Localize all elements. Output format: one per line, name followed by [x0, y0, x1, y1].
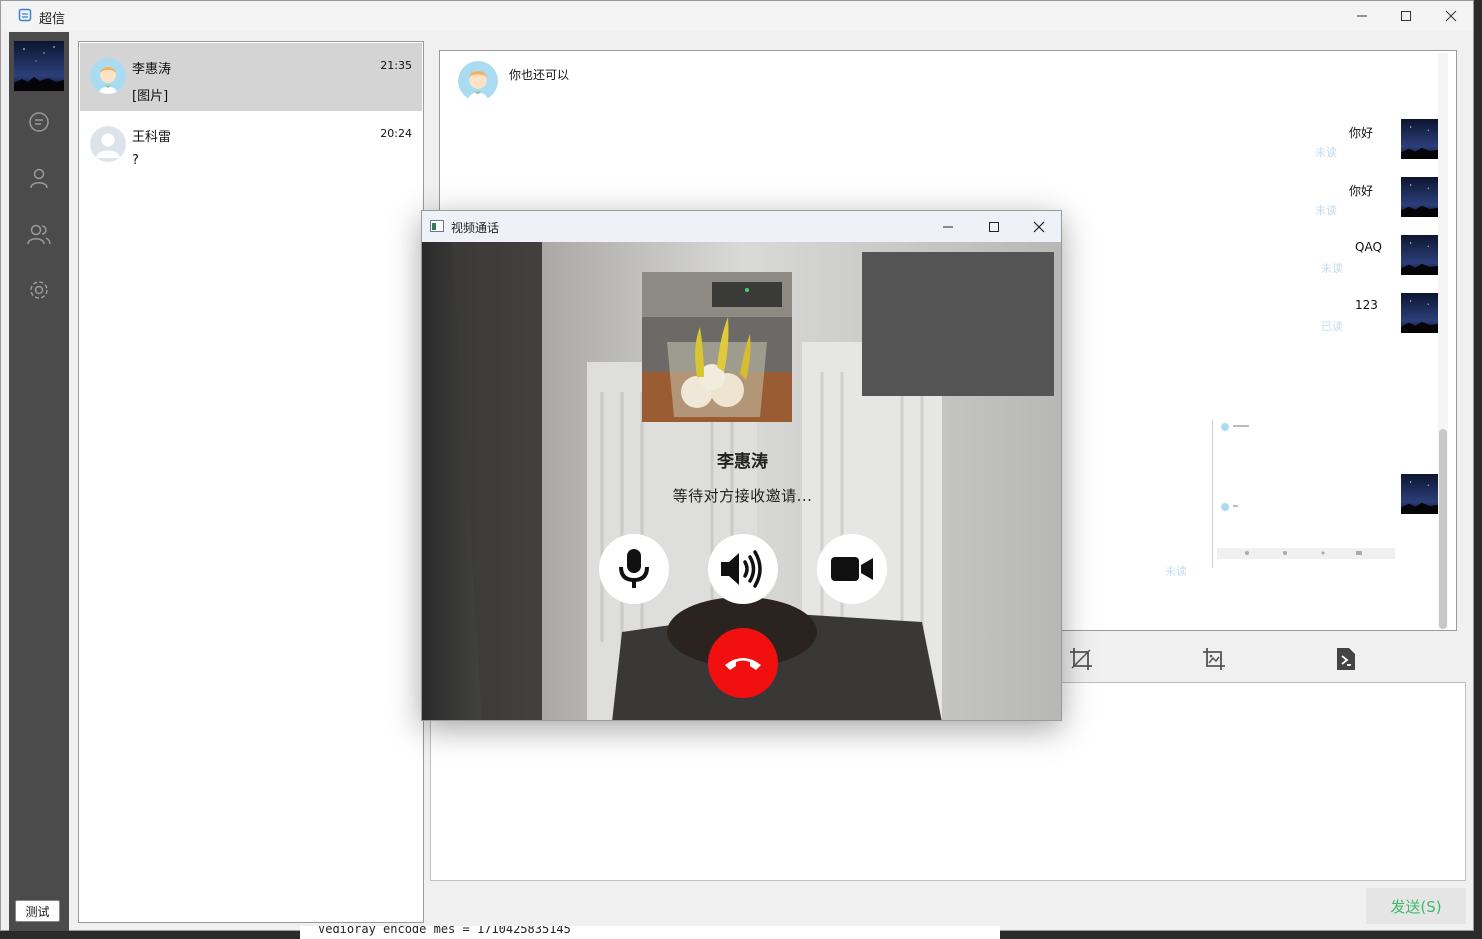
- contact-avatar: [90, 58, 126, 94]
- composer-toolbar: [1061, 645, 1441, 677]
- video-call-title-bar: 视频通话: [422, 211, 1061, 242]
- background-console: Vedioray encode mes = 1710425835145: [300, 926, 1000, 939]
- read-status: 未读: [1315, 146, 1337, 159]
- conversation-list: 李惠涛 21:35 [图片] 王科雷 20:24 ?: [78, 41, 424, 923]
- call-status-text: 等待对方接收邀请...: [672, 487, 813, 505]
- phone-hangup-icon: [725, 658, 761, 670]
- my-avatar: [1401, 235, 1441, 275]
- cartoon-avatar-icon: [458, 61, 498, 101]
- chat-icon[interactable]: [26, 109, 52, 135]
- settings-icon[interactable]: [26, 277, 52, 303]
- video-call-window: 视频通话 李惠涛 等待对方接收邀请...: [421, 210, 1062, 721]
- maximize-button[interactable]: [1383, 1, 1429, 31]
- contact-name: 王科雷: [132, 130, 172, 145]
- maximize-icon: [1401, 11, 1411, 21]
- title-bar: 超信: [1, 1, 1473, 31]
- group-icon[interactable]: [26, 221, 52, 247]
- read-status: 已读: [1321, 320, 1343, 333]
- my-avatar: [1401, 119, 1441, 159]
- scrollbar-thumb[interactable]: [1439, 429, 1447, 629]
- contact-preview: ?: [132, 153, 139, 168]
- file-icon[interactable]: [1332, 645, 1360, 673]
- outgoing-message: 你好: [1349, 126, 1374, 140]
- my-avatar: [1401, 177, 1441, 217]
- minimize-icon: [943, 226, 953, 227]
- remote-video-preview: [862, 252, 1054, 396]
- nav-sidebar: 测试: [9, 32, 69, 931]
- app-logo-icon: [18, 8, 32, 22]
- contact-preview: [图片]: [132, 89, 169, 104]
- console-line: Vedioray encode mes = 1710425835145: [318, 926, 571, 936]
- camera-button[interactable]: [817, 534, 887, 604]
- speaker-button[interactable]: [708, 534, 778, 604]
- speaker-icon: [721, 550, 762, 588]
- contact-avatar: [90, 126, 126, 162]
- conversation-item[interactable]: 李惠涛 21:35 [图片]: [80, 43, 422, 111]
- caller-name: 李惠涛: [717, 452, 768, 472]
- read-status: 未读: [1165, 565, 1187, 578]
- window-icon: [430, 220, 444, 232]
- hang-up-button[interactable]: [708, 628, 778, 698]
- maximize-icon: [989, 221, 999, 232]
- outgoing-message: 你好: [1349, 184, 1374, 198]
- close-icon: [1445, 10, 1457, 22]
- read-status: 未读: [1321, 262, 1343, 275]
- my-avatar: [1401, 293, 1441, 333]
- minimize-icon: [1357, 15, 1367, 17]
- video-camera-icon: [831, 557, 873, 581]
- microphone-icon: [619, 549, 649, 588]
- screenshot-icon[interactable]: [1200, 645, 1228, 673]
- close-button[interactable]: [1428, 1, 1474, 31]
- plant-photo-image: [642, 272, 792, 422]
- minimize-button[interactable]: [1339, 1, 1385, 31]
- my-avatar: [1401, 474, 1441, 514]
- default-user-avatar-icon: [90, 126, 126, 162]
- send-button[interactable]: 发送(S): [1366, 888, 1466, 924]
- cartoon-avatar-icon: [90, 58, 126, 94]
- video-close-button[interactable]: [1016, 211, 1061, 242]
- contact-name: 李惠涛: [132, 62, 172, 77]
- screenshot-thumbnail-image: [1217, 423, 1395, 559]
- close-icon: [1033, 221, 1045, 232]
- image-message[interactable]: [1212, 420, 1396, 568]
- read-status: 未读: [1315, 204, 1337, 217]
- user-icon[interactable]: [26, 165, 52, 191]
- local-camera-feed: 李惠涛 等待对方接收邀请...: [422, 242, 1061, 720]
- caller-avatar: [642, 272, 792, 422]
- test-button[interactable]: 测试: [15, 900, 60, 922]
- contact-avatar: [458, 61, 498, 101]
- contact-time: 21:35: [380, 59, 412, 72]
- night-sky-avatar-image: [14, 41, 64, 91]
- crop-icon[interactable]: [1067, 645, 1095, 673]
- outgoing-message: QAQ: [1355, 240, 1382, 254]
- conversation-item[interactable]: 王科雷 20:24 ?: [80, 111, 422, 179]
- contact-time: 20:24: [380, 127, 412, 140]
- outgoing-message: 123: [1355, 298, 1378, 312]
- video-minimize-button[interactable]: [925, 211, 971, 242]
- microphone-button[interactable]: [599, 534, 669, 604]
- my-avatar[interactable]: [14, 41, 64, 91]
- incoming-message: 你也还可以: [509, 68, 570, 82]
- video-maximize-button[interactable]: [971, 211, 1017, 242]
- message-scrollbar[interactable]: [1438, 53, 1448, 629]
- video-call-title: 视频通话: [451, 221, 500, 235]
- window-title: 超信: [39, 12, 66, 27]
